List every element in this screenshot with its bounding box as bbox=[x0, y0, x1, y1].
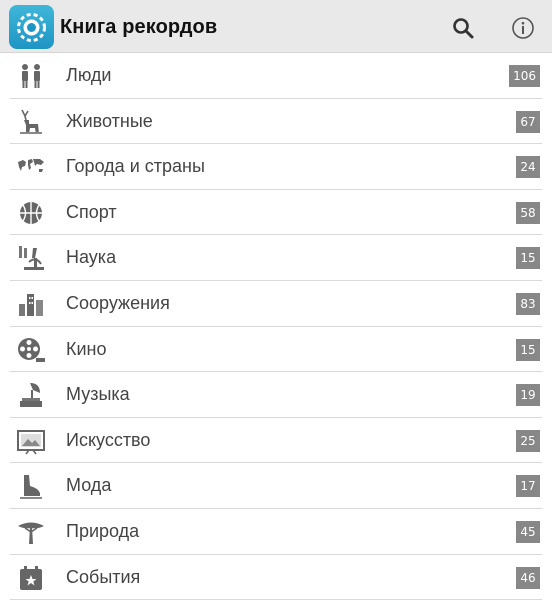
category-row[interactable]: Люди 106 bbox=[0, 53, 552, 99]
category-label: Сооружения bbox=[66, 292, 170, 313]
count-badge: 67 bbox=[516, 110, 540, 133]
category-label: События bbox=[66, 566, 141, 587]
info-icon[interactable] bbox=[511, 16, 535, 40]
count-badge: 15 bbox=[516, 338, 540, 361]
painting-icon bbox=[16, 427, 46, 455]
world-map-icon bbox=[16, 153, 46, 181]
category-row[interactable]: Мода 17 bbox=[0, 463, 552, 509]
shoe-icon bbox=[16, 472, 46, 500]
category-row[interactable]: Кино 15 bbox=[0, 327, 552, 373]
deer-icon bbox=[16, 108, 46, 136]
category-label: Города и страны bbox=[66, 156, 205, 177]
count-badge: 19 bbox=[516, 384, 540, 407]
app-logo-icon bbox=[9, 5, 54, 49]
app-title: Книга рекордов bbox=[60, 16, 218, 38]
category-label: Кино bbox=[66, 338, 107, 359]
people-icon bbox=[16, 62, 46, 90]
count-badge: 17 bbox=[516, 475, 540, 498]
calendar-icon bbox=[16, 564, 46, 592]
app-bar: Книга рекордов bbox=[0, 0, 552, 53]
microscope-icon bbox=[16, 244, 46, 272]
category-label: Музыка bbox=[66, 384, 130, 405]
count-badge: 106 bbox=[509, 65, 540, 87]
film-reel-icon bbox=[16, 336, 46, 364]
category-row[interactable]: Природа 45 bbox=[0, 509, 552, 555]
category-label: Природа bbox=[66, 520, 140, 541]
category-row[interactable]: Животные 67 bbox=[0, 99, 552, 145]
category-list: Люди 106 Животные 67 Города и страны 24 Спорт 5… bbox=[0, 53, 552, 600]
gramophone-icon bbox=[16, 381, 46, 409]
category-label: Мода bbox=[66, 475, 112, 496]
category-row[interactable]: Города и страны 24 bbox=[0, 144, 552, 190]
category-row[interactable]: Сооружения 83 bbox=[0, 281, 552, 327]
count-badge: 24 bbox=[516, 156, 540, 179]
count-badge: 15 bbox=[516, 247, 540, 270]
count-badge: 45 bbox=[516, 520, 540, 543]
category-label: Люди bbox=[66, 65, 112, 85]
tree-icon bbox=[16, 518, 46, 546]
category-row[interactable]: Спорт 58 bbox=[0, 190, 552, 236]
category-row[interactable]: Музыка 19 bbox=[0, 372, 552, 418]
category-row[interactable]: События 46 bbox=[0, 555, 552, 600]
count-badge: 83 bbox=[516, 292, 540, 315]
count-badge: 58 bbox=[516, 201, 540, 224]
basketball-icon bbox=[16, 199, 46, 227]
count-badge: 25 bbox=[516, 429, 540, 452]
search-icon[interactable] bbox=[451, 16, 475, 40]
category-label: Наука bbox=[66, 247, 117, 268]
category-label: Животные bbox=[66, 110, 153, 131]
category-row[interactable]: Искусство 25 bbox=[0, 418, 552, 464]
count-badge: 46 bbox=[516, 566, 540, 589]
buildings-icon bbox=[16, 290, 46, 318]
category-label: Искусство bbox=[66, 429, 151, 450]
category-row[interactable]: Наука 15 bbox=[0, 235, 552, 281]
category-label: Спорт bbox=[66, 201, 117, 222]
